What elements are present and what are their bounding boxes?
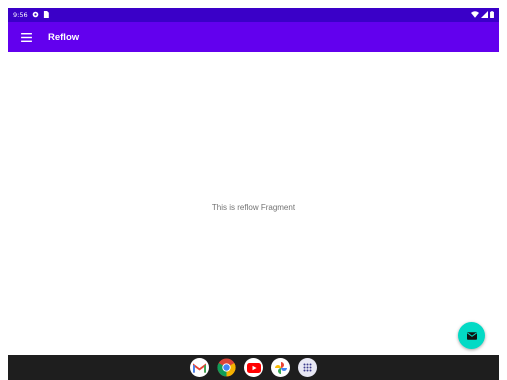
- email-icon: [466, 327, 477, 345]
- chrome-icon[interactable]: [217, 358, 236, 377]
- photos-icon[interactable]: [271, 358, 290, 377]
- email-fab-button[interactable]: [458, 322, 485, 349]
- gmail-icon[interactable]: [190, 358, 209, 377]
- status-bar: 9:56: [8, 8, 499, 22]
- status-right-icons: [471, 10, 494, 20]
- settings-gear-icon: [32, 11, 39, 20]
- device-screen: 9:56 Reflow This is reflow Fragment: [8, 8, 499, 380]
- status-time: 9:56: [13, 11, 28, 19]
- app-drawer-icon[interactable]: [298, 358, 317, 377]
- wifi-icon: [471, 10, 479, 20]
- app-bar: Reflow: [8, 22, 499, 52]
- battery-icon: [490, 10, 494, 20]
- app-dock: [8, 355, 499, 380]
- signal-icon: [481, 10, 488, 20]
- fragment-message: This is reflow Fragment: [211, 203, 296, 212]
- fragment-content: This is reflow Fragment: [8, 52, 499, 355]
- sim-card-icon: [43, 10, 49, 20]
- youtube-icon[interactable]: [244, 358, 263, 377]
- app-bar-title: Reflow: [48, 31, 80, 43]
- hamburger-menu-icon[interactable]: [11, 22, 41, 52]
